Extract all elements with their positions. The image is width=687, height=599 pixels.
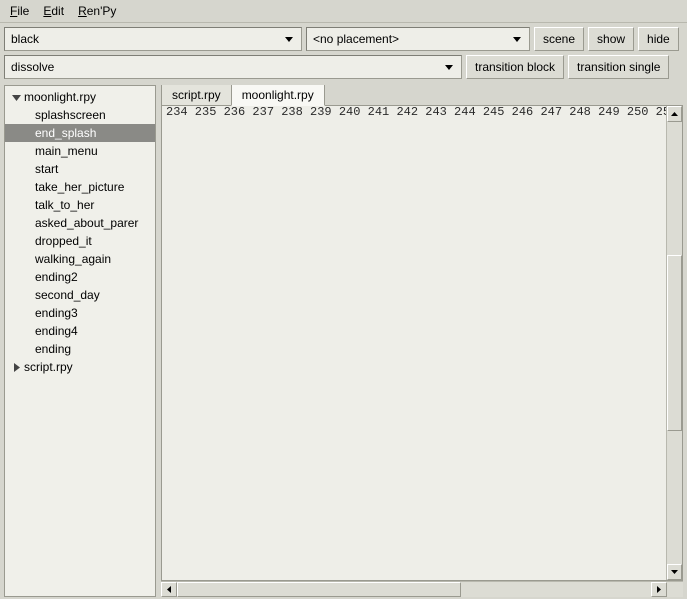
placement-select[interactable]: <no placement>: [306, 27, 530, 51]
tree-label-text: start: [35, 162, 58, 176]
tree-label-ending[interactable]: ending: [5, 340, 155, 358]
transition-single-button[interactable]: transition single: [568, 55, 669, 79]
menu-file[interactable]: File: [4, 2, 35, 20]
tree-label-take_her_picture[interactable]: take_her_picture: [5, 178, 155, 196]
editor-scroll[interactable]: 234 235 236 237 238 239 240 241 242 243 …: [162, 106, 666, 580]
tree-label-text: end_splash: [35, 126, 96, 140]
tree-label-asked_about_parer[interactable]: asked_about_parer: [5, 214, 155, 232]
tree-label-text: ending: [35, 342, 71, 356]
tree-file-script[interactable]: script.rpy: [5, 358, 155, 376]
tree-label-ending2[interactable]: ending2: [5, 268, 155, 286]
tab-bar: script.rpymoonlight.rpy: [161, 85, 683, 105]
menu-edit[interactable]: Edit: [37, 2, 70, 20]
show-button[interactable]: show: [588, 27, 634, 51]
tree-label-walking_again[interactable]: walking_again: [5, 250, 155, 268]
menu-renpy[interactable]: Ren'Py: [72, 2, 122, 20]
tree-expand-icon[interactable]: [11, 92, 21, 102]
tree-file-label: moonlight.rpy: [24, 90, 96, 104]
hide-button[interactable]: hide: [638, 27, 679, 51]
tab-script-rpy[interactable]: script.rpy: [161, 85, 232, 105]
tree-label-text: take_her_picture: [35, 180, 124, 194]
transition-block-button[interactable]: transition block: [466, 55, 564, 79]
toolbar-row-2: dissolve transition block transition sin…: [0, 55, 687, 83]
tree-file-label: script.rpy: [24, 360, 73, 374]
tree-label-text: talk_to_her: [35, 198, 94, 212]
transition-select[interactable]: dissolve: [4, 55, 462, 79]
tree-label-text: dropped_it: [35, 234, 92, 248]
placement-select-value: <no placement>: [313, 32, 509, 46]
scrollbar-vertical[interactable]: [666, 106, 682, 580]
scroll-up-icon[interactable]: [667, 106, 682, 122]
tree-label-dropped_it[interactable]: dropped_it: [5, 232, 155, 250]
tree-label-talk_to_her[interactable]: talk_to_her: [5, 196, 155, 214]
scrollbar-thumb[interactable]: [667, 255, 682, 432]
tree-label-ending3[interactable]: ending3: [5, 304, 155, 322]
scrollbar-horizontal[interactable]: [161, 581, 683, 597]
editor: 234 235 236 237 238 239 240 241 242 243 …: [161, 105, 683, 581]
tree-label-text: ending3: [35, 306, 78, 320]
tree-file-moonlight[interactable]: moonlight.rpy: [5, 88, 155, 106]
outline-tree[interactable]: moonlight.rpy splashscreen end_splashmain…: [4, 85, 156, 597]
tab-moonlight-rpy[interactable]: moonlight.rpy: [231, 85, 325, 106]
tree-label-text: walking_again: [35, 252, 111, 266]
tree-label-main_menu[interactable]: main_menu: [5, 142, 155, 160]
dropdown-icon[interactable]: [509, 37, 525, 42]
tree-label-second_day[interactable]: second_day: [5, 286, 155, 304]
dropdown-icon[interactable]: [281, 37, 297, 42]
scene-button[interactable]: scene: [534, 27, 584, 51]
dropdown-icon[interactable]: [441, 65, 457, 70]
tree-label-text: ending2: [35, 270, 78, 284]
tree-collapse-icon[interactable]: [11, 362, 21, 372]
editor-area: script.rpymoonlight.rpy 234 235 236 237 …: [161, 85, 683, 597]
image-select[interactable]: black: [4, 27, 302, 51]
scroll-left-icon[interactable]: [161, 582, 177, 597]
tree-label-text: ending4: [35, 324, 78, 338]
scrollbar-thumb[interactable]: [177, 582, 461, 597]
tree-label-text: main_menu: [35, 144, 98, 158]
line-gutter: 234 235 236 237 238 239 240 241 242 243 …: [162, 106, 666, 580]
scroll-right-icon[interactable]: [651, 582, 667, 597]
tree-label-start[interactable]: start: [5, 160, 155, 178]
transition-select-value: dissolve: [11, 60, 441, 74]
scroll-down-icon[interactable]: [667, 564, 682, 580]
tree-label-text: asked_about_parer: [35, 216, 138, 230]
tree-label-splashscreen[interactable]: splashscreen: [5, 106, 155, 124]
image-select-value: black: [11, 32, 281, 46]
menubar: File Edit Ren'Py: [0, 0, 687, 23]
tree-label-text: second_day: [35, 288, 100, 302]
tree-label-ending4[interactable]: ending4: [5, 322, 155, 340]
toolbar-row-1: black <no placement> scene show hide: [0, 23, 687, 55]
main-area: moonlight.rpy splashscreen end_splashmain…: [0, 83, 687, 599]
tree-label-text: splashscreen: [35, 108, 106, 122]
tree-label-end_splash[interactable]: end_splash: [5, 124, 155, 142]
